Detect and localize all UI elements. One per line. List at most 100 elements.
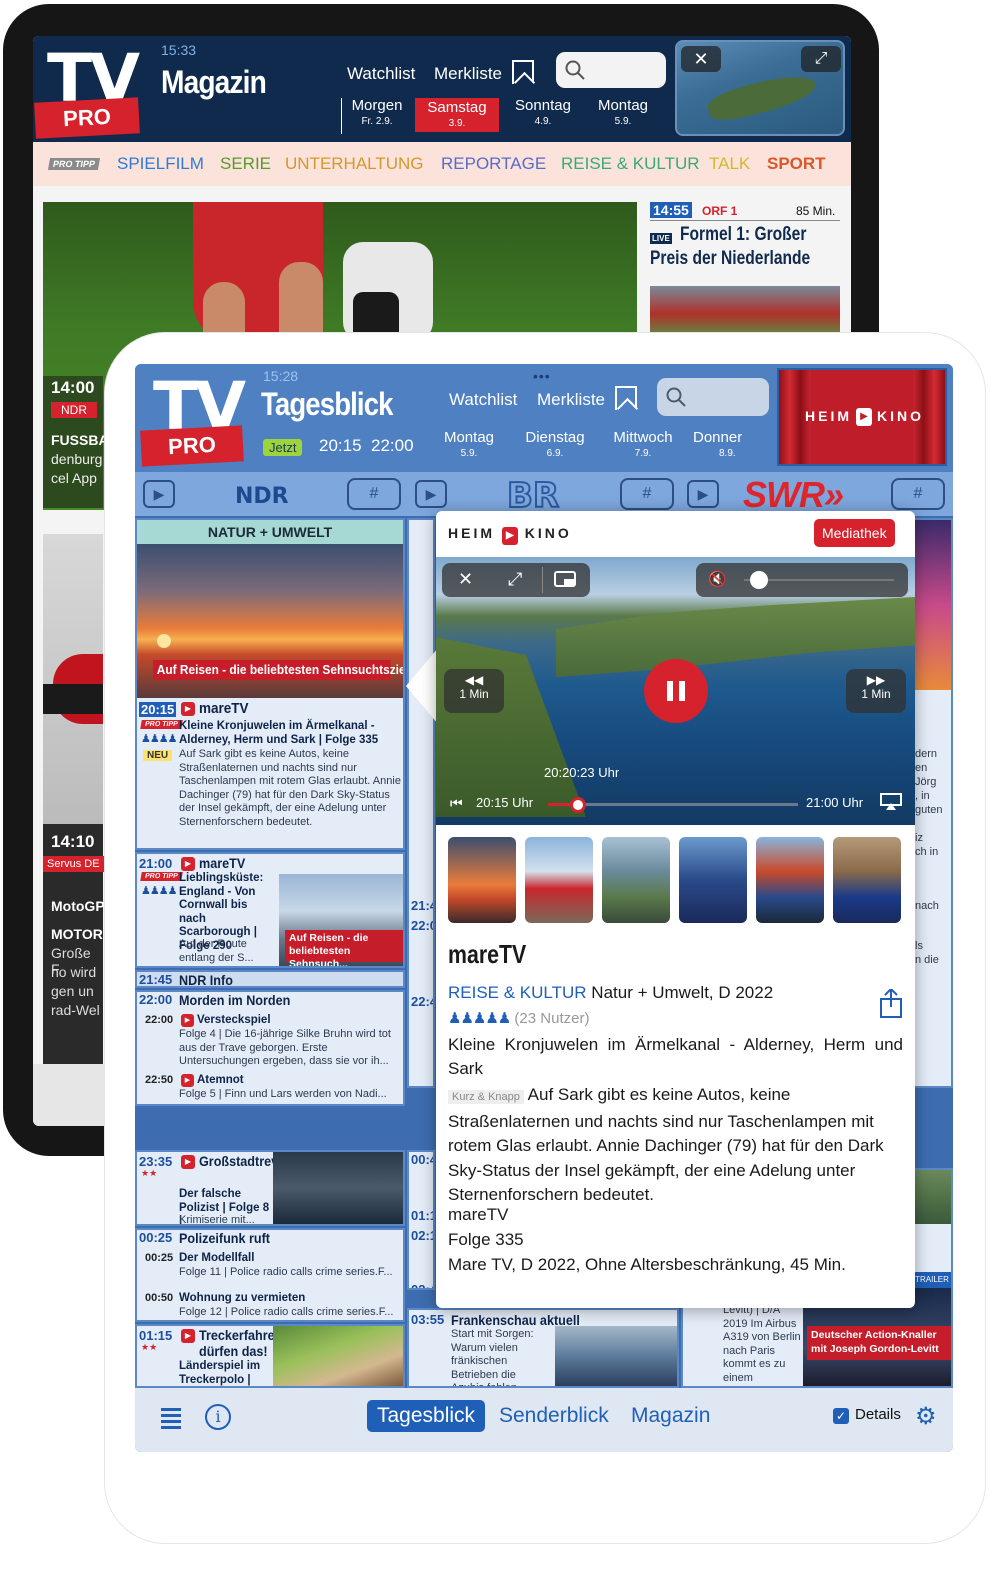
day-tab-montag[interactable]: Montag 5.9. bbox=[435, 430, 503, 462]
merkliste-link[interactable]: Merkliste bbox=[434, 64, 502, 84]
merkliste-link[interactable]: Merkliste bbox=[537, 390, 605, 410]
rewind-button[interactable]: ◀◀ 1 Min bbox=[444, 669, 504, 713]
police-image bbox=[273, 1152, 403, 1224]
mute-icon[interactable]: 🔇 bbox=[708, 570, 727, 588]
program-column-br[interactable]: 00:4 01:1 02:1 02:4 bbox=[407, 1150, 435, 1290]
channel-logo-br[interactable]: BR bbox=[506, 475, 560, 517]
play-button-br[interactable]: ▶ bbox=[415, 480, 447, 508]
category-reise-kultur[interactable]: REISE & KULTUR bbox=[561, 154, 700, 174]
category-talk[interactable]: TALK bbox=[709, 154, 750, 174]
day-tab-morgen[interactable]: Morgen Fr. 2.9. bbox=[346, 98, 408, 130]
watchlist-link[interactable]: Watchlist bbox=[449, 390, 517, 410]
fullscreen-icon[interactable]: ⤢ bbox=[508, 569, 522, 590]
day-label: Montag bbox=[597, 97, 649, 114]
video-player[interactable]: ✕ ⤢ 🔇 ◀◀ 1 Min ▶▶ 1 Min 20:20:23 Uhr ⏮ 2… bbox=[436, 557, 915, 825]
volume-slider-knob[interactable] bbox=[750, 571, 768, 589]
gear-icon[interactable]: ⚙ bbox=[915, 1402, 937, 1431]
program-column-br[interactable]: 21:4 22:0 22:4 bbox=[407, 518, 435, 1088]
time-2015-button[interactable]: 20:15 bbox=[319, 436, 362, 456]
volume-control[interactable]: 🔇 bbox=[696, 563, 908, 597]
category-serie[interactable]: SERIE bbox=[220, 154, 271, 174]
thumbnail-image[interactable] bbox=[602, 837, 670, 923]
forward-button[interactable]: ▶▶ 1 Min bbox=[846, 669, 906, 713]
thumbnail-image[interactable] bbox=[756, 837, 824, 923]
channel-logo-swr[interactable]: SWR» bbox=[743, 474, 844, 516]
day-tab-donnerstag[interactable]: Donner 8.9. bbox=[693, 430, 771, 462]
hash-button[interactable]: # bbox=[891, 478, 945, 510]
channel-logo-ndr[interactable]: NDR bbox=[235, 484, 289, 509]
more-icon[interactable]: ••• bbox=[533, 368, 551, 384]
trailer-badge[interactable]: TRAILER bbox=[911, 1272, 951, 1288]
day-tab-samstag[interactable]: Samstag 3.9. bbox=[415, 98, 499, 132]
motogp-photo[interactable]: 14:10 Servus DE MotoGP MOTOR Große F no … bbox=[43, 534, 105, 1064]
bookmark-icon[interactable] bbox=[512, 60, 534, 84]
progress-track[interactable] bbox=[548, 797, 798, 813]
mini-video-player[interactable]: ✕ ⤢ bbox=[675, 40, 845, 136]
day-tab-sonntag[interactable]: Sonntag 4.9. bbox=[508, 98, 578, 130]
play-icon[interactable]: ▶ bbox=[181, 1014, 194, 1027]
genre-label[interactable]: REISE & KULTUR bbox=[448, 983, 587, 1002]
airplay-icon[interactable] bbox=[880, 793, 902, 811]
program-teaser[interactable]: 14:00 NDR FUSSBA denburg cel App bbox=[43, 376, 109, 508]
program-card[interactable]: 21:00 ▶ mareTV PRO TIPP ♟♟♟♟ Lieblingskü… bbox=[135, 852, 405, 968]
skip-start-icon[interactable]: ⏮ bbox=[450, 795, 463, 812]
tvpro-logo[interactable]: TV PRO bbox=[33, 40, 141, 139]
program-card[interactable]: 21:45 NDR Info bbox=[135, 970, 405, 988]
play-icon[interactable]: ▶ bbox=[181, 1329, 195, 1343]
search-input[interactable] bbox=[556, 52, 666, 88]
featured-program[interactable]: 14:55 ORF 1 85 Min. LIVE Formel 1: Große… bbox=[650, 202, 842, 332]
details-checkbox[interactable]: ✓ bbox=[833, 1408, 849, 1424]
watchlist-link[interactable]: Watchlist bbox=[347, 64, 415, 84]
category-reportage[interactable]: REPORTAGE bbox=[441, 154, 546, 174]
text-fragment: n die bbox=[915, 954, 939, 966]
play-button-ndr[interactable]: ▶ bbox=[143, 480, 175, 508]
jetzt-button[interactable]: Jetzt bbox=[263, 439, 303, 456]
program-column-swr[interactable]: dern en Jörg , in guten iz ch in nach ls… bbox=[913, 518, 953, 1088]
pause-button[interactable] bbox=[644, 659, 708, 723]
hash-button[interactable]: # bbox=[620, 478, 674, 510]
program-card[interactable]: 03:55 Frankenschau aktuell Start mit Sor… bbox=[407, 1308, 679, 1388]
tvpro-logo[interactable]: TV PRO bbox=[139, 368, 249, 467]
tab-magazin[interactable]: Magazin bbox=[631, 1404, 710, 1428]
tab-senderblick[interactable]: Senderblick bbox=[499, 1404, 609, 1428]
program-card-highlight[interactable]: NATUR + UMWELT Auf Reisen - die beliebte… bbox=[135, 518, 405, 850]
program-card[interactable]: 23:35 ★★ ▶ Großstadtrevier Der falsche P… bbox=[135, 1150, 405, 1226]
thumbnail-image[interactable] bbox=[833, 837, 901, 923]
play-icon[interactable]: ▶ bbox=[181, 857, 195, 871]
thumbnail-image[interactable] bbox=[679, 837, 747, 923]
expand-icon[interactable]: ⤢ bbox=[801, 46, 841, 72]
program-duration: 85 Min. bbox=[796, 204, 836, 218]
program-card[interactable]: 22:00 Morden im Norden 22:00 ▶ Verstecks… bbox=[135, 990, 405, 1106]
category-spielfilm[interactable]: SPIELFILM bbox=[117, 154, 204, 174]
thumbnail-image[interactable] bbox=[525, 837, 593, 923]
category-sport[interactable]: SPORT bbox=[767, 154, 826, 174]
heimkino-banner[interactable]: HEIM ▶ KINO bbox=[777, 368, 947, 466]
hash-button[interactable]: # bbox=[347, 478, 401, 510]
protipp-badge[interactable]: PRO TIPP bbox=[47, 158, 101, 170]
bookmark-icon[interactable] bbox=[615, 386, 637, 410]
close-icon[interactable]: ✕ bbox=[681, 46, 721, 72]
info-icon[interactable]: i bbox=[205, 1404, 231, 1430]
tab-tagesblick[interactable]: Tagesblick bbox=[367, 1400, 486, 1432]
program-card[interactable]: 00:25 Polizeifunk ruft 00:25 Der Modellf… bbox=[135, 1228, 405, 1322]
share-icon[interactable] bbox=[879, 989, 903, 1019]
search-input[interactable] bbox=[657, 378, 769, 416]
play-button-swr[interactable]: ▶ bbox=[687, 480, 719, 508]
program-title: Kleine Kronjuwelen im Ärmelkanal - Alder… bbox=[448, 1035, 903, 1078]
close-icon[interactable]: ✕ bbox=[458, 569, 473, 590]
day-tab-dienstag[interactable]: Dienstag 6.9. bbox=[519, 430, 591, 462]
program-card[interactable]: 01:15 ★★ ▶ Treckerfahrer dürfen das! Län… bbox=[135, 1324, 405, 1388]
day-tab-mittwoch[interactable]: Mittwoch 7.9. bbox=[605, 430, 681, 462]
thumbnail-image[interactable] bbox=[448, 837, 516, 923]
program-description: Kurz & Knapp Auf Sark gibt es keine Auto… bbox=[448, 1083, 903, 1208]
list-icon[interactable] bbox=[161, 1408, 181, 1432]
mediathek-button[interactable]: Mediathek bbox=[814, 519, 895, 547]
play-icon[interactable]: ▶ bbox=[181, 1074, 194, 1087]
category-unterhaltung[interactable]: UNTERHALTUNG bbox=[285, 154, 424, 174]
play-icon[interactable]: ▶ bbox=[181, 1155, 195, 1169]
day-tab-montag[interactable]: Montag 5.9. bbox=[590, 98, 656, 130]
progress-knob[interactable] bbox=[570, 797, 586, 813]
time-2200-button[interactable]: 22:00 bbox=[371, 436, 414, 456]
play-icon[interactable]: ▶ bbox=[181, 702, 195, 716]
picture-in-picture-icon[interactable] bbox=[554, 571, 578, 589]
